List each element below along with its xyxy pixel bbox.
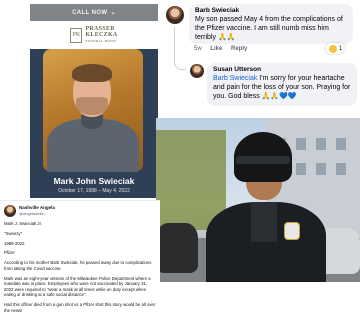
tweet-author-handle[interactable]: @angelasmith bbox=[19, 211, 45, 216]
reply-thread-line bbox=[174, 27, 186, 70]
tweet-paragraph: Pfizer bbox=[4, 250, 15, 256]
memorial-card: CALL NOW ⌄ PK PRASSER KLECZKA FUNERAL HO… bbox=[30, 4, 158, 198]
avatar[interactable] bbox=[166, 6, 184, 24]
facebook-comment-thread: Barb Swieciak My son passed May 4 from t… bbox=[160, 0, 360, 118]
police-badge-patch bbox=[284, 222, 300, 240]
comment-actions: 5w Like Reply bbox=[194, 46, 254, 52]
reply-author[interactable]: Susan Utterson bbox=[213, 66, 351, 73]
avatar[interactable] bbox=[190, 64, 204, 78]
comment-text: My son passed May 4 from the complicatio… bbox=[195, 15, 347, 42]
call-now-button[interactable]: CALL NOW ⌄ bbox=[30, 4, 158, 21]
reply-text: Barb Swieciak I'm sorry for your heartac… bbox=[213, 74, 351, 101]
chevron-down-icon: ⌄ bbox=[110, 10, 116, 16]
comment-bubble: Barb Swieciak My son passed May 4 from t… bbox=[189, 4, 353, 44]
tweet-body: Mark J. Swieciak Jr. "Sweezy" 1988-2022 … bbox=[4, 221, 156, 317]
comment-time[interactable]: 5w bbox=[194, 46, 202, 52]
memorial-portrait-photo bbox=[43, 49, 143, 172]
blue-heart-icon: 💙💙 bbox=[279, 93, 297, 100]
tweet-paragraph: According to his mother Barb Swieciak, h… bbox=[4, 260, 152, 271]
mention-link[interactable]: Barb Swieciak bbox=[213, 75, 257, 82]
reaction-summary[interactable]: 1 bbox=[326, 43, 346, 54]
funeral-home-logo[interactable]: PK PRASSER KLECZKA FUNERAL HOME bbox=[30, 21, 158, 49]
logo-mark-icon: PK bbox=[70, 27, 83, 43]
logo-line-3: FUNERAL HOME bbox=[85, 39, 117, 43]
logo-text: PRASSER KLECZKA FUNERAL HOME bbox=[85, 26, 117, 44]
reply-bubble: Susan Utterson Barb Swieciak I'm sorry f… bbox=[207, 63, 357, 106]
tweet-paragraph: 1988-2022 bbox=[4, 240, 25, 246]
tweet-post: Nashville Angela @angelasmith Mark J. Sw… bbox=[0, 200, 160, 336]
praying-hands-icon: 🙏🙏 bbox=[261, 93, 280, 100]
tweet-paragraph: Mark was an eight-year veteran of the Mi… bbox=[4, 275, 151, 298]
avatar[interactable] bbox=[4, 205, 16, 217]
tweet-paragraph: Had this officer died from a gun shot vs… bbox=[4, 302, 156, 313]
care-reaction-icon bbox=[329, 44, 337, 53]
deceased-name: Mark John Swieciak bbox=[53, 176, 135, 186]
tweet-author-name[interactable]: Nashville Angela bbox=[19, 205, 55, 210]
comment-author[interactable]: Barb Swieciak bbox=[195, 7, 347, 14]
life-dates: October 17, 1988 – May 4, 2022 bbox=[58, 188, 130, 194]
police-officer-photo bbox=[156, 118, 360, 282]
reply-button[interactable]: Reply bbox=[231, 46, 247, 52]
call-now-label: CALL NOW bbox=[72, 9, 108, 16]
tweet-paragraph: Mark J. Swieciak Jr. bbox=[4, 221, 42, 226]
reaction-count: 1 bbox=[339, 45, 343, 52]
praying-hands-icon: 🙏🙏 bbox=[217, 34, 236, 41]
tweet-paragraph: "Sweezy" bbox=[4, 230, 23, 236]
like-button[interactable]: Like bbox=[210, 46, 222, 52]
